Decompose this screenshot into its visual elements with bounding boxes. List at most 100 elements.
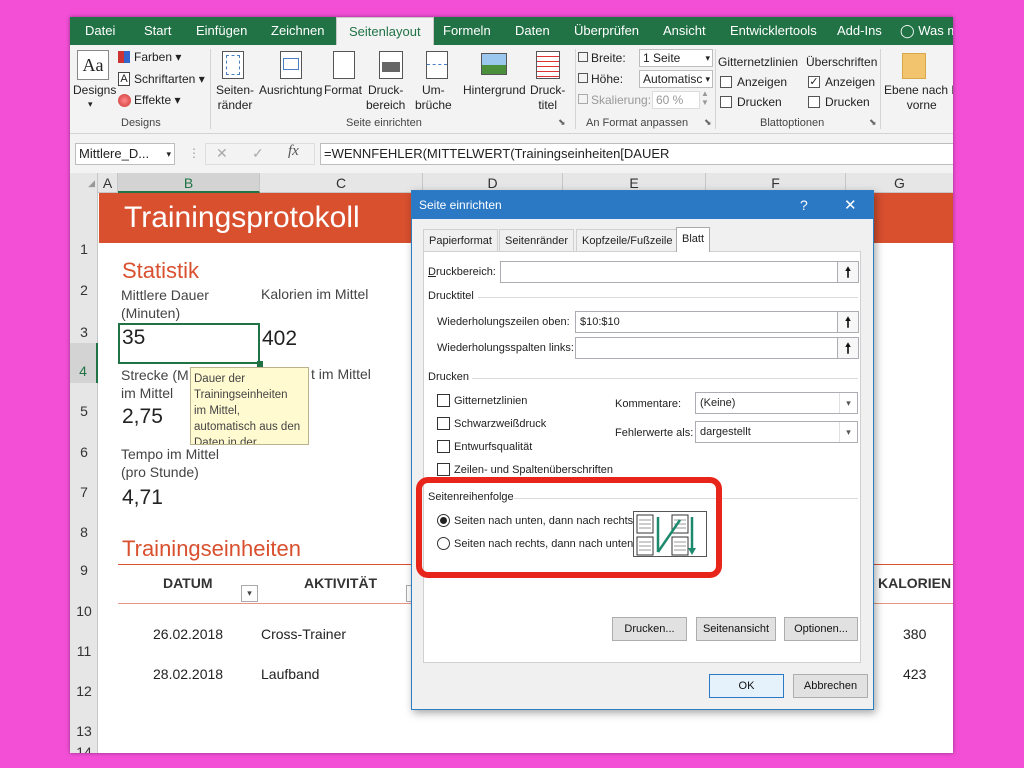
cancel-icon[interactable]: ✕: [216, 145, 228, 162]
dialog-titlebar[interactable]: Seite einrichten ? ✕: [412, 191, 873, 219]
dialog-launcher-icon[interactable]: ⬊: [704, 117, 712, 128]
fonts-button[interactable]: Schriftarten ▾: [134, 72, 205, 86]
draft-quality-checkbox[interactable]: [437, 440, 450, 453]
partial-label[interactable]: t im Mittel: [311, 366, 371, 382]
row-header-10[interactable]: 10: [70, 603, 98, 619]
row-header-3[interactable]: 3: [70, 324, 98, 340]
tell-me-box[interactable]: ◯ Was m: [900, 17, 953, 45]
select-all-corner[interactable]: ◢: [70, 173, 98, 193]
tab-seitenlayout[interactable]: Seitenlayout: [336, 17, 434, 45]
tab-kopfzeile-fusszeile[interactable]: Kopfzeile/Fußzeile: [576, 229, 679, 251]
row-header-8[interactable]: 8: [70, 524, 98, 540]
collapse-dialog-icon[interactable]: 🠕: [837, 337, 859, 359]
row-header-9[interactable]: 9: [70, 562, 98, 578]
height-select[interactable]: Automatisc ▾: [639, 70, 713, 88]
bring-forward-button[interactable]: Ebene nach E vorne: [884, 83, 953, 113]
avg-duration-value[interactable]: 35: [122, 326, 145, 350]
tab-add-ins[interactable]: Add-Ins: [837, 17, 882, 45]
table-row-1-calories[interactable]: 380: [903, 626, 926, 642]
column-header-b[interactable]: B: [118, 173, 260, 193]
gridlines-print-checkbox[interactable]: [720, 96, 732, 108]
sessions-heading[interactable]: Trainingseinheiten: [122, 536, 301, 562]
avg-duration-label[interactable]: Mittlere Dauer (Minuten): [121, 286, 209, 322]
print-titles-button[interactable]: Druck- titel: [530, 83, 565, 113]
themes-icon[interactable]: Aa: [77, 50, 109, 80]
tab-daten[interactable]: Daten: [515, 17, 550, 45]
print-area-input[interactable]: [500, 261, 838, 283]
table-row-2-activity[interactable]: Laufband: [261, 666, 319, 682]
background-button[interactable]: Hintergrund: [463, 83, 526, 97]
tab-papierformat[interactable]: Papierformat: [423, 229, 498, 251]
avg-distance-label[interactable]: Strecke (M im Mittel: [121, 366, 189, 402]
headings-view-checkbox[interactable]: ✓: [808, 76, 820, 88]
confirm-icon[interactable]: ✓: [252, 145, 264, 162]
print-preview-button[interactable]: Seitenansicht: [696, 617, 776, 641]
row-header-4[interactable]: 4: [70, 343, 98, 383]
tab-ueberpruefen[interactable]: Überprüfen: [574, 17, 639, 45]
sheet-title[interactable]: Trainingsprotokoll: [124, 201, 360, 235]
size-button[interactable]: Format: [324, 83, 362, 97]
help-icon[interactable]: ?: [800, 197, 808, 213]
print-area-button[interactable]: Druck- bereich: [366, 83, 405, 113]
statistik-heading[interactable]: Statistik: [122, 258, 199, 284]
comments-select[interactable]: (Keine) ▾: [695, 392, 858, 414]
name-box[interactable]: Mittlere_D... ▾: [75, 143, 175, 165]
close-icon[interactable]: ✕: [844, 196, 857, 214]
table-header-date[interactable]: DATUM: [163, 575, 213, 591]
dialog-launcher-icon[interactable]: ⬊: [558, 117, 566, 128]
avg-pace-value[interactable]: 4,71: [122, 486, 163, 510]
scaling-input[interactable]: 60 %: [652, 91, 700, 109]
tab-zeichnen[interactable]: Zeichnen: [271, 17, 324, 45]
tab-einfuegen[interactable]: Einfügen: [196, 17, 247, 45]
orientation-button[interactable]: Ausrichtung: [259, 83, 322, 97]
scaling-spinner[interactable]: ▲ ▼: [701, 89, 709, 107]
dialog-launcher-icon[interactable]: ⬊: [869, 117, 877, 128]
tab-seitenraender[interactable]: Seitenränder: [499, 229, 574, 251]
tab-entwicklertools[interactable]: Entwicklertools: [730, 17, 817, 45]
table-row-2-date[interactable]: 28.02.2018: [153, 666, 223, 682]
gridlines-view-checkbox[interactable]: [720, 76, 732, 88]
tab-blatt[interactable]: Blatt: [676, 227, 711, 252]
headings-print-checkbox[interactable]: [808, 96, 820, 108]
collapse-dialog-icon[interactable]: 🠕: [837, 311, 859, 333]
width-select[interactable]: 1 Seite ▾: [639, 49, 713, 67]
collapse-dialog-icon[interactable]: 🠕: [837, 261, 859, 283]
column-header-c[interactable]: C: [260, 173, 423, 193]
table-row-1-activity[interactable]: Cross-Trainer: [261, 626, 346, 642]
avg-calories-label[interactable]: Kalorien im Mittel: [261, 286, 368, 302]
row-header-7[interactable]: 7: [70, 484, 98, 500]
table-header-activity[interactable]: AKTIVITÄT: [304, 575, 377, 591]
row-header-11[interactable]: 11: [70, 643, 98, 659]
print-button[interactable]: Drucken...: [612, 617, 687, 641]
row-col-headings-checkbox[interactable]: [437, 463, 450, 476]
table-row-2-calories[interactable]: 423: [903, 666, 926, 682]
filter-dropdown-icon[interactable]: ▾: [241, 585, 258, 602]
row-header-5[interactable]: 5: [70, 403, 98, 419]
formula-input[interactable]: =WENNFEHLER(MITTELWERT(Trainingseinheite…: [320, 143, 953, 165]
rows-repeat-input[interactable]: $10:$10: [575, 311, 838, 333]
breaks-button[interactable]: Um- brüche: [415, 83, 452, 113]
options-button[interactable]: Optionen...: [784, 617, 858, 641]
designs-button[interactable]: Designs: [73, 83, 116, 97]
row-header-13[interactable]: 13: [70, 723, 98, 739]
cancel-button[interactable]: Abbrechen: [793, 674, 868, 698]
table-row-1-date[interactable]: 26.02.2018: [153, 626, 223, 642]
column-header-a[interactable]: A: [98, 173, 118, 193]
tab-datei[interactable]: Datei: [85, 17, 115, 45]
cols-repeat-input[interactable]: [575, 337, 838, 359]
row-header-1[interactable]: 1: [70, 241, 98, 257]
gridlines-checkbox[interactable]: [437, 394, 450, 407]
tab-formeln[interactable]: Formeln: [443, 17, 491, 45]
avg-pace-label[interactable]: Tempo im Mittel (pro Stunde): [121, 445, 219, 481]
black-white-checkbox[interactable]: [437, 417, 450, 430]
colors-button[interactable]: Farben ▾: [134, 50, 181, 64]
avg-distance-value[interactable]: 2,75: [122, 405, 163, 429]
row-header-6[interactable]: 6: [70, 444, 98, 460]
avg-calories-value[interactable]: 402: [262, 327, 297, 351]
row-header-2[interactable]: 2: [70, 282, 98, 298]
row-header-12[interactable]: 12: [70, 683, 98, 699]
tab-ansicht[interactable]: Ansicht: [663, 17, 706, 45]
row-header-14[interactable]: 14: [70, 745, 98, 753]
ok-button[interactable]: OK: [709, 674, 784, 698]
table-header-calories[interactable]: KALORIEN: [878, 575, 951, 591]
